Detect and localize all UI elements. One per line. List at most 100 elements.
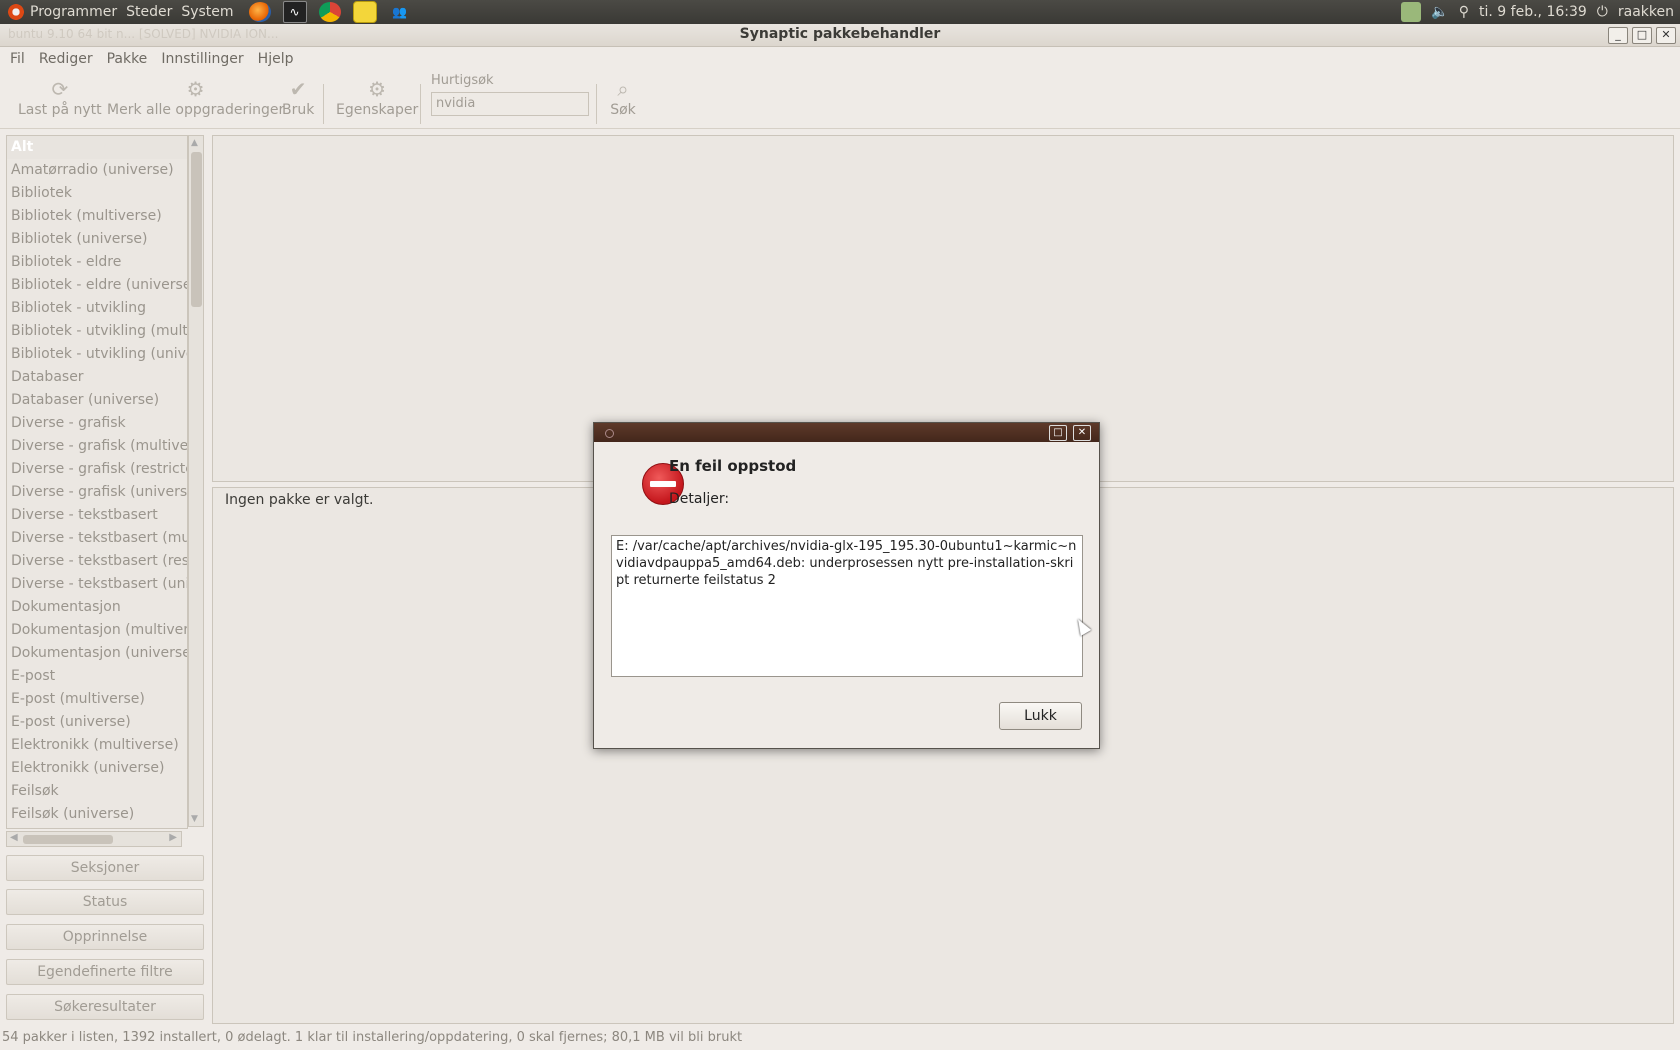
origin-filter-button[interactable]: Opprinnelse [6,924,204,950]
error-dialog: □ ✕ En feil oppstod Detaljer: E: /var/ca… [593,422,1100,749]
section-list-item[interactable]: Bibliotek - utvikling (unive [7,343,187,366]
scrollbar-thumb[interactable] [191,152,202,307]
section-list-item[interactable]: Bibliotek - utvikling [7,297,187,320]
section-list-horizontal-scrollbar[interactable]: ◀ ▶ [6,831,182,847]
mark-upgrades-button[interactable]: ⚙ Merk alle oppgraderinger [107,78,284,118]
toolbar: ⟳ Last på nytt ⚙ Merk alle oppgraderinge… [0,72,1680,129]
section-list-item[interactable]: Bibliotek (multiverse) [7,205,187,228]
section-list-item[interactable]: Diverse - grafisk (restricted [7,458,187,481]
panel-tray: 🔈 ⚲ ti. 9 feb., 16:39 ⏻ raakken [1401,0,1674,24]
section-list-item[interactable]: Feilsøk [7,780,187,803]
power-icon[interactable]: ⏻ [1597,4,1608,20]
window-titlebar[interactable]: buntu 9.10 64 bit n... [SOLVED] NVIDIA I… [0,24,1680,47]
section-list-item[interactable]: Diverse - tekstbasert (mult [7,527,187,550]
section-list-item[interactable]: Alt [7,136,187,159]
section-list-item[interactable]: E-post [7,665,187,688]
apply-button[interactable]: ✔ Bruk [282,78,314,118]
section-list-item[interactable]: Diverse - tekstbasert [7,504,187,527]
system-monitor-icon[interactable]: ∿ [282,1,307,23]
section-list-item[interactable]: Bibliotek - eldre [7,251,187,274]
dialog-close-icon[interactable]: ✕ [1073,425,1091,441]
mark-upgrades-label: Merk alle oppgraderinger [107,102,285,118]
scroll-right-icon[interactable]: ▶ [169,832,177,843]
section-list-item[interactable]: Diverse - grafisk (universe [7,481,187,504]
section-list-item[interactable]: Feilsøk (universe) [7,803,187,826]
network-icon[interactable]: ⚲ [1459,4,1469,20]
details-text: Ingen pakke er valgt. [225,492,374,508]
window-title: Synaptic pakkebehandler [739,26,941,42]
menubar: Fil Rediger Pakke Innstillinger Hjelp [0,47,1680,71]
scroll-up-icon[interactable]: ▲ [191,138,198,148]
quick-search-label: Hurtigsøk [431,73,494,88]
section-list-vertical-scrollbar[interactable]: ▲ ▼ [188,135,204,827]
section-list-item[interactable]: Diverse - tekstbasert (restr [7,550,187,573]
menu-package[interactable]: Pakke [107,51,148,67]
search-button[interactable]: ⌕ Søk [610,78,636,118]
section-list-item[interactable]: Bibliotek - eldre (universe) [7,274,187,297]
user-status-icon[interactable] [1401,2,1422,22]
reload-label: Last på nytt [18,102,102,118]
menu-edit[interactable]: Rediger [39,51,93,67]
reload-button[interactable]: ⟳ Last på nytt [18,78,102,118]
dialog-titlebar[interactable]: □ ✕ [594,423,1099,442]
window-controls: _ □ ✕ [1608,27,1676,44]
section-list-item[interactable]: Amatørradio (universe) [7,159,187,182]
panel-menu-applications[interactable]: Programmer [30,4,126,20]
section-list-item[interactable]: Bibliotek - utvikling (multi [7,320,187,343]
menu-settings[interactable]: Innstillinger [161,51,243,67]
reload-icon: ⟳ [51,77,69,101]
firefox-icon[interactable] [248,2,271,22]
section-list-item[interactable]: Dokumentasjon (universe) [7,642,187,665]
chrome-icon[interactable] [318,2,341,22]
section-list-item[interactable]: Elektronikk (universe) [7,757,187,780]
menu-file[interactable]: Fil [10,51,25,67]
panel-username[interactable]: raakken [1618,4,1674,20]
dialog-maximize-icon[interactable]: □ [1049,425,1067,441]
section-list-item[interactable]: Dokumentasjon (multivers [7,619,187,642]
properties-gear-icon: ⚙ [368,77,387,101]
dialog-close-button[interactable]: Lukk [999,702,1082,730]
search-results-button[interactable]: Søkeresultater [6,994,204,1020]
section-list-item[interactable]: E-post (universe) [7,711,187,734]
maximize-icon[interactable]: □ [1632,27,1652,44]
section-list-item[interactable]: Databaser [7,366,187,389]
scroll-down-icon[interactable]: ▼ [191,814,198,824]
search-label: Søk [610,102,636,118]
custom-filters-button[interactable]: Egendefinerte filtre [6,959,204,985]
error-details-text[interactable]: E: /var/cache/apt/archives/nvidia-glx-19… [611,535,1083,677]
panel-menu: Programmer Steder System [0,0,243,24]
panel-menu-places[interactable]: Steder [126,4,181,20]
toolbar-separator [420,84,421,124]
volume-icon[interactable]: 🔈 [1431,4,1448,20]
section-list-item[interactable]: Bibliotek (universe) [7,228,187,251]
section-list-item[interactable]: Dokumentasjon [7,596,187,619]
close-icon[interactable]: ✕ [1656,27,1676,44]
minimize-icon[interactable]: _ [1608,27,1628,44]
section-list-item[interactable]: Diverse - tekstbasert (univ [7,573,187,596]
dialog-menu-icon[interactable] [605,429,614,438]
menu-help[interactable]: Hjelp [258,51,294,67]
properties-button[interactable]: ⚙ Egenskaper [336,78,418,118]
scroll-left-icon[interactable]: ◀ [10,832,18,843]
apply-label: Bruk [282,102,315,118]
ubuntu-logo-icon[interactable] [6,2,26,22]
quick-search-input[interactable]: nvidia [431,92,589,116]
sections-filter-button[interactable]: Seksjoner [6,855,204,881]
toolbar-separator [323,84,324,124]
toolbar-separator [596,84,597,124]
gear-icon: ⚙ [186,77,205,101]
users-icon[interactable]: 👥 [389,2,411,22]
section-list-item[interactable]: Bibliotek [7,182,187,205]
panel-clock[interactable]: ti. 9 feb., 16:39 [1479,4,1587,20]
search-icon: ⌕ [617,77,629,101]
section-list-item[interactable]: Diverse - grafisk [7,412,187,435]
section-list-item[interactable]: Diverse - grafisk (multivers [7,435,187,458]
scrollbar-thumb[interactable] [23,835,113,844]
panel-menu-system[interactable]: System [181,4,242,20]
section-list-item[interactable]: E-post (multiverse) [7,688,187,711]
section-list-item[interactable]: Databaser (universe) [7,389,187,412]
notes-icon[interactable] [352,1,377,23]
section-list-item[interactable]: Elektronikk (multiverse) [7,734,187,757]
dialog-subtitle: Detaljer: [669,491,730,507]
status-filter-button[interactable]: Status [6,889,204,915]
